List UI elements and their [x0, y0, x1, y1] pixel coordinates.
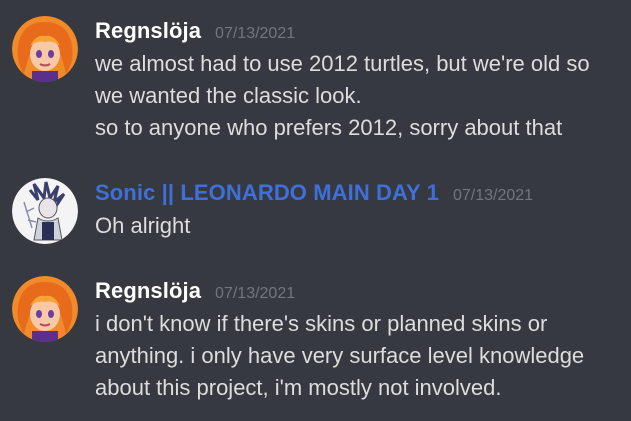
message-text: about this project, i'm mostly not invol…	[95, 375, 502, 400]
message-text: we wanted the classic look.	[95, 83, 362, 108]
message-text: anything. i only have very surface level…	[95, 343, 585, 368]
adagio-avatar-icon[interactable]	[12, 276, 78, 342]
message-text: we almost had to use 2012 turtles, but w…	[95, 51, 590, 76]
message-text: i don't know if there's skins or planned…	[95, 311, 548, 336]
username[interactable]: Regnslöja	[95, 18, 201, 44]
message-text: Oh alright	[95, 213, 191, 238]
username[interactable]: Regnslöja	[95, 278, 201, 304]
adagio-avatar-icon[interactable]	[12, 16, 78, 82]
username[interactable]: Sonic || LEONARDO MAIN DAY 1	[95, 180, 439, 206]
timestamp: 07/13/2021	[215, 25, 296, 42]
sketch-character-avatar-icon[interactable]	[12, 178, 78, 244]
message-text: so to anyone who prefers 2012, sorry abo…	[95, 115, 563, 140]
timestamp: 07/13/2021	[215, 285, 296, 302]
timestamp: 07/13/2021	[452, 187, 534, 204]
